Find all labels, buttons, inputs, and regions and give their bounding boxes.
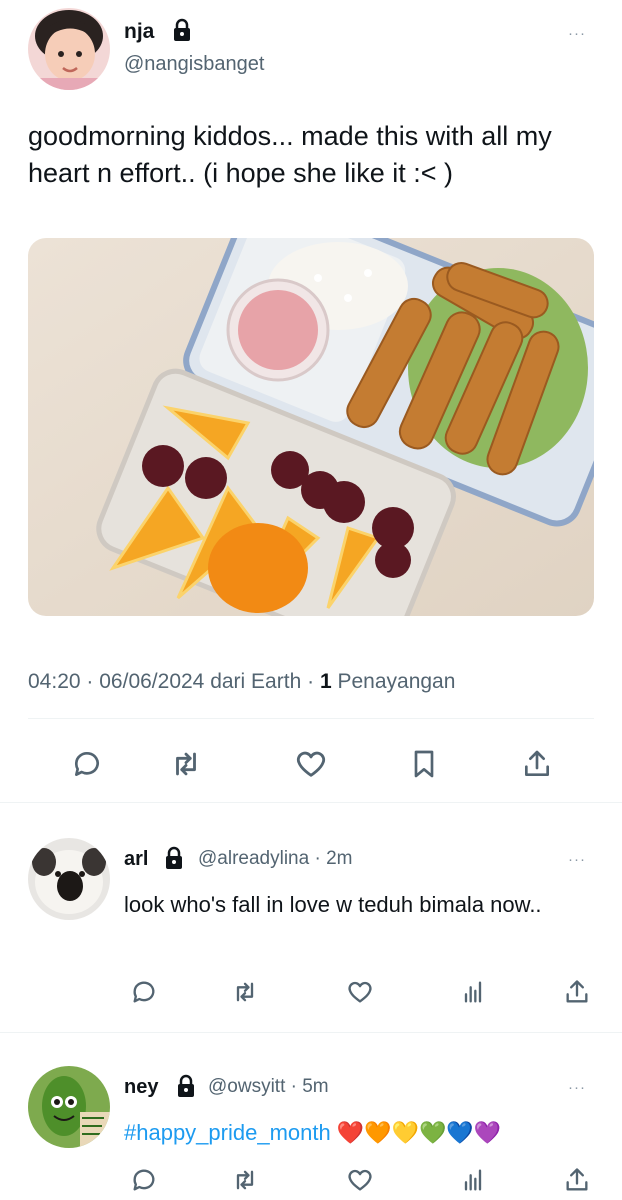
divider	[28, 718, 594, 719]
views-label: Penayangan	[337, 670, 456, 693]
reply-avatar[interactable]	[28, 838, 110, 920]
heart-emojis: ❤️🧡💛💚💙💜	[336, 1120, 502, 1145]
more-icon[interactable]: ···	[568, 1080, 586, 1095]
tweet-date[interactable]: 06/06/2024	[99, 670, 204, 693]
reply-handle-time[interactable]: @owsyitt · 5m	[208, 1076, 329, 1098]
share-button[interactable]	[557, 1160, 597, 1200]
reply-button[interactable]	[67, 744, 107, 784]
like-icon	[348, 981, 372, 1003]
tweet-meta: 04:20 · 06/06/2024 dari Earth · 1 Penaya…	[28, 670, 455, 694]
like-icon	[348, 1169, 372, 1191]
reply-button[interactable]	[124, 972, 164, 1012]
tweet-source: dari Earth	[210, 670, 302, 693]
tweet-text: goodmorning kiddos... made this with all…	[28, 121, 552, 188]
views-icon	[464, 981, 482, 1003]
author-handle[interactable]: @nangisbanget	[124, 53, 264, 76]
views-button[interactable]	[453, 972, 493, 1012]
share-button[interactable]	[517, 744, 557, 784]
views-count: 1	[319, 670, 332, 693]
lock-icon	[172, 18, 192, 42]
tweet-actions	[0, 744, 622, 784]
share-icon	[566, 1168, 588, 1191]
divider	[0, 1032, 622, 1033]
bookmark-button[interactable]	[404, 744, 444, 784]
reply-handle-time[interactable]: @alreadylina · 2m	[198, 848, 352, 870]
more-icon[interactable]: ···	[568, 852, 586, 867]
share-button[interactable]	[557, 972, 597, 1012]
retweet-icon	[176, 752, 196, 776]
reply-button[interactable]	[124, 1160, 164, 1200]
retweet-icon	[236, 1170, 254, 1190]
reply-actions	[0, 972, 622, 1012]
reply-text: look who's fall in love w teduh bimala n…	[124, 892, 542, 917]
bookmark-icon	[414, 750, 434, 778]
author-avatar[interactable]	[28, 8, 110, 90]
like-button[interactable]	[340, 972, 380, 1012]
retweet-button[interactable]	[225, 1160, 265, 1200]
reply-text: #happy_pride_month ❤️🧡💛💚💙💜	[124, 1116, 604, 1150]
hashtag-link[interactable]: #happy_pride_month	[124, 1120, 331, 1145]
like-icon	[296, 751, 326, 777]
author-display-name[interactable]: nja	[124, 20, 154, 44]
views-button[interactable]	[453, 1160, 493, 1200]
reply-actions	[0, 1160, 622, 1200]
more-icon[interactable]: ···	[568, 26, 586, 41]
retweet-button[interactable]	[166, 744, 206, 784]
like-button[interactable]	[291, 744, 331, 784]
divider	[0, 802, 622, 803]
lock-icon	[164, 846, 184, 870]
share-icon	[525, 750, 549, 776]
reply-avatar[interactable]	[28, 1066, 110, 1148]
reply-icon	[74, 752, 99, 776]
reply-icon	[133, 981, 155, 1003]
like-button[interactable]	[340, 1160, 380, 1200]
meta-separator: ·	[86, 670, 94, 693]
lock-icon	[176, 1074, 196, 1098]
retweet-button[interactable]	[225, 972, 265, 1012]
reply-display-name[interactable]: ney	[124, 1076, 158, 1099]
tweet-photo[interactable]	[28, 238, 594, 616]
reply-display-name[interactable]: arl	[124, 848, 148, 871]
views-icon	[464, 1169, 482, 1191]
meta-separator: ·	[307, 670, 315, 693]
retweet-icon	[236, 982, 254, 1002]
share-icon	[566, 980, 588, 1003]
tweet-time[interactable]: 04:20	[28, 670, 81, 693]
reply-icon	[133, 1169, 155, 1191]
